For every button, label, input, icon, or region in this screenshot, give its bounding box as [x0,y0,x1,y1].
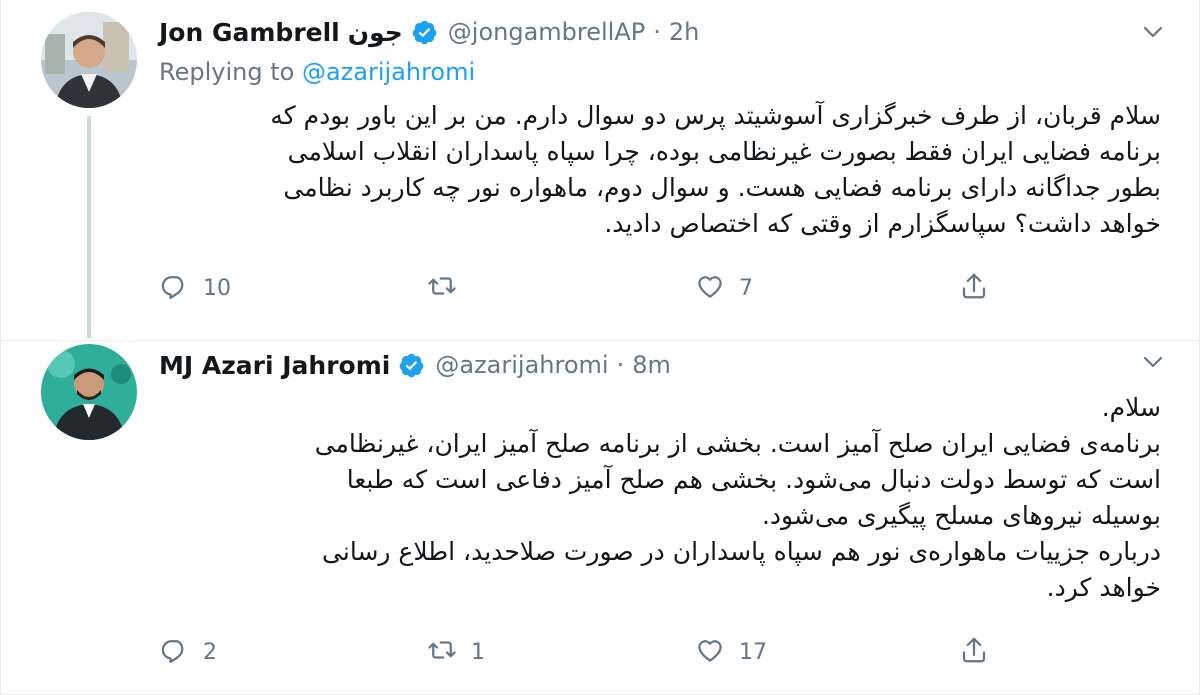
like-count: 17 [739,639,767,665]
chevron-down-icon[interactable] [1141,20,1165,44]
tweet-body-line: خواهد کرد. [1046,573,1161,602]
share-button[interactable] [959,268,989,308]
tweet-body: سلام. برنامه‌ی فضایی ایران صلح آمیز است.… [151,390,1161,606]
tweet-body-line: خواهد داشت؟ سپاسگزارم از وقتی که اختصاص … [604,209,1161,238]
header-separator: · [653,18,661,46]
tweet-header: MJ Azari Jahromi @azarijahromi · 8m [159,345,671,385]
retweet-icon [427,635,457,669]
retweet-icon [427,271,457,305]
reply-bubble-icon [159,271,189,305]
author-handle[interactable]: @jongambrellAP [448,18,645,46]
like-button[interactable]: 7 [695,268,753,308]
tweet-timestamp[interactable]: 8m [632,351,671,379]
tweet-thread: Jon Gambrell جون @jongambrellAP · 2h Rep… [0,0,1200,695]
replying-to-mention[interactable]: @azarijahromi [302,58,475,86]
tweet-jon-gambrell[interactable]: Jon Gambrell جون @jongambrellAP · 2h Rep… [1,0,1200,340]
like-count: 7 [739,275,753,301]
tweet-body-line: بوسیله نیروهای مسلح پیگیری می‌شود. [761,501,1161,530]
verified-badge-icon [398,352,425,379]
author-name[interactable]: Jon Gambrell [159,18,340,47]
reply-button[interactable]: 10 [159,268,231,308]
tweet-body-line: برنامه فضایی ایران فقط بصورت غیرنظامی بو… [287,137,1161,166]
thread-connector-line [87,116,91,338]
author-name[interactable]: MJ Azari Jahromi [159,351,390,380]
like-button[interactable]: 17 [695,632,767,672]
author-name-persian[interactable]: جون [348,18,403,47]
avatar[interactable] [41,12,137,108]
tweet-actions: 10 7 [159,268,1009,308]
reply-button[interactable]: 2 [159,632,217,672]
replying-to-line: Replying to @azarijahromi [159,58,475,86]
header-separator: · [616,351,625,379]
author-handle[interactable]: @azarijahromi [435,351,608,379]
share-icon [959,271,989,305]
share-button[interactable] [959,632,989,672]
tweet-body-line: برنامه‌ی فضایی ایران صلح آمیز است. بخشی … [314,429,1161,458]
retweet-count: 1 [471,639,485,665]
tweet-body-line: سلام قربان، از طرف خبرگزاری آسوشیتد پرس … [270,101,1161,130]
retweet-button[interactable] [427,268,471,308]
heart-icon [695,271,725,305]
heart-icon [695,635,725,669]
reply-bubble-icon [159,635,189,669]
reply-count: 10 [203,275,231,301]
reply-count: 2 [203,639,217,665]
tweet-body-line: سلام. [1101,393,1161,422]
retweet-button[interactable]: 1 [427,632,485,672]
chevron-down-icon[interactable] [1141,350,1165,374]
verified-badge-icon [411,19,438,46]
share-icon [959,635,989,669]
tweet-header: Jon Gambrell جون @jongambrellAP · 2h [159,12,699,52]
replying-to-label: Replying to [159,58,295,86]
tweet-azari-jahromi[interactable]: MJ Azari Jahromi @azarijahromi · 8m سلام… [1,340,1200,695]
tweet-timestamp[interactable]: 2h [669,18,699,46]
tweet-body-line: بطور جداگانه دارای برنامه فضایی هست. و س… [283,173,1161,202]
tweet-body: سلام قربان، از طرف خبرگزاری آسوشیتد پرس … [151,98,1161,242]
tweet-actions: 2 1 17 [159,632,1009,672]
tweet-body-line: درباره جزییات ماهواره‌ی نور هم سپاه پاسد… [322,537,1161,566]
avatar[interactable] [41,344,137,440]
tweet-body-line: است که توسط دولت دنبال می‌شود. بخشی هم ص… [346,465,1161,494]
